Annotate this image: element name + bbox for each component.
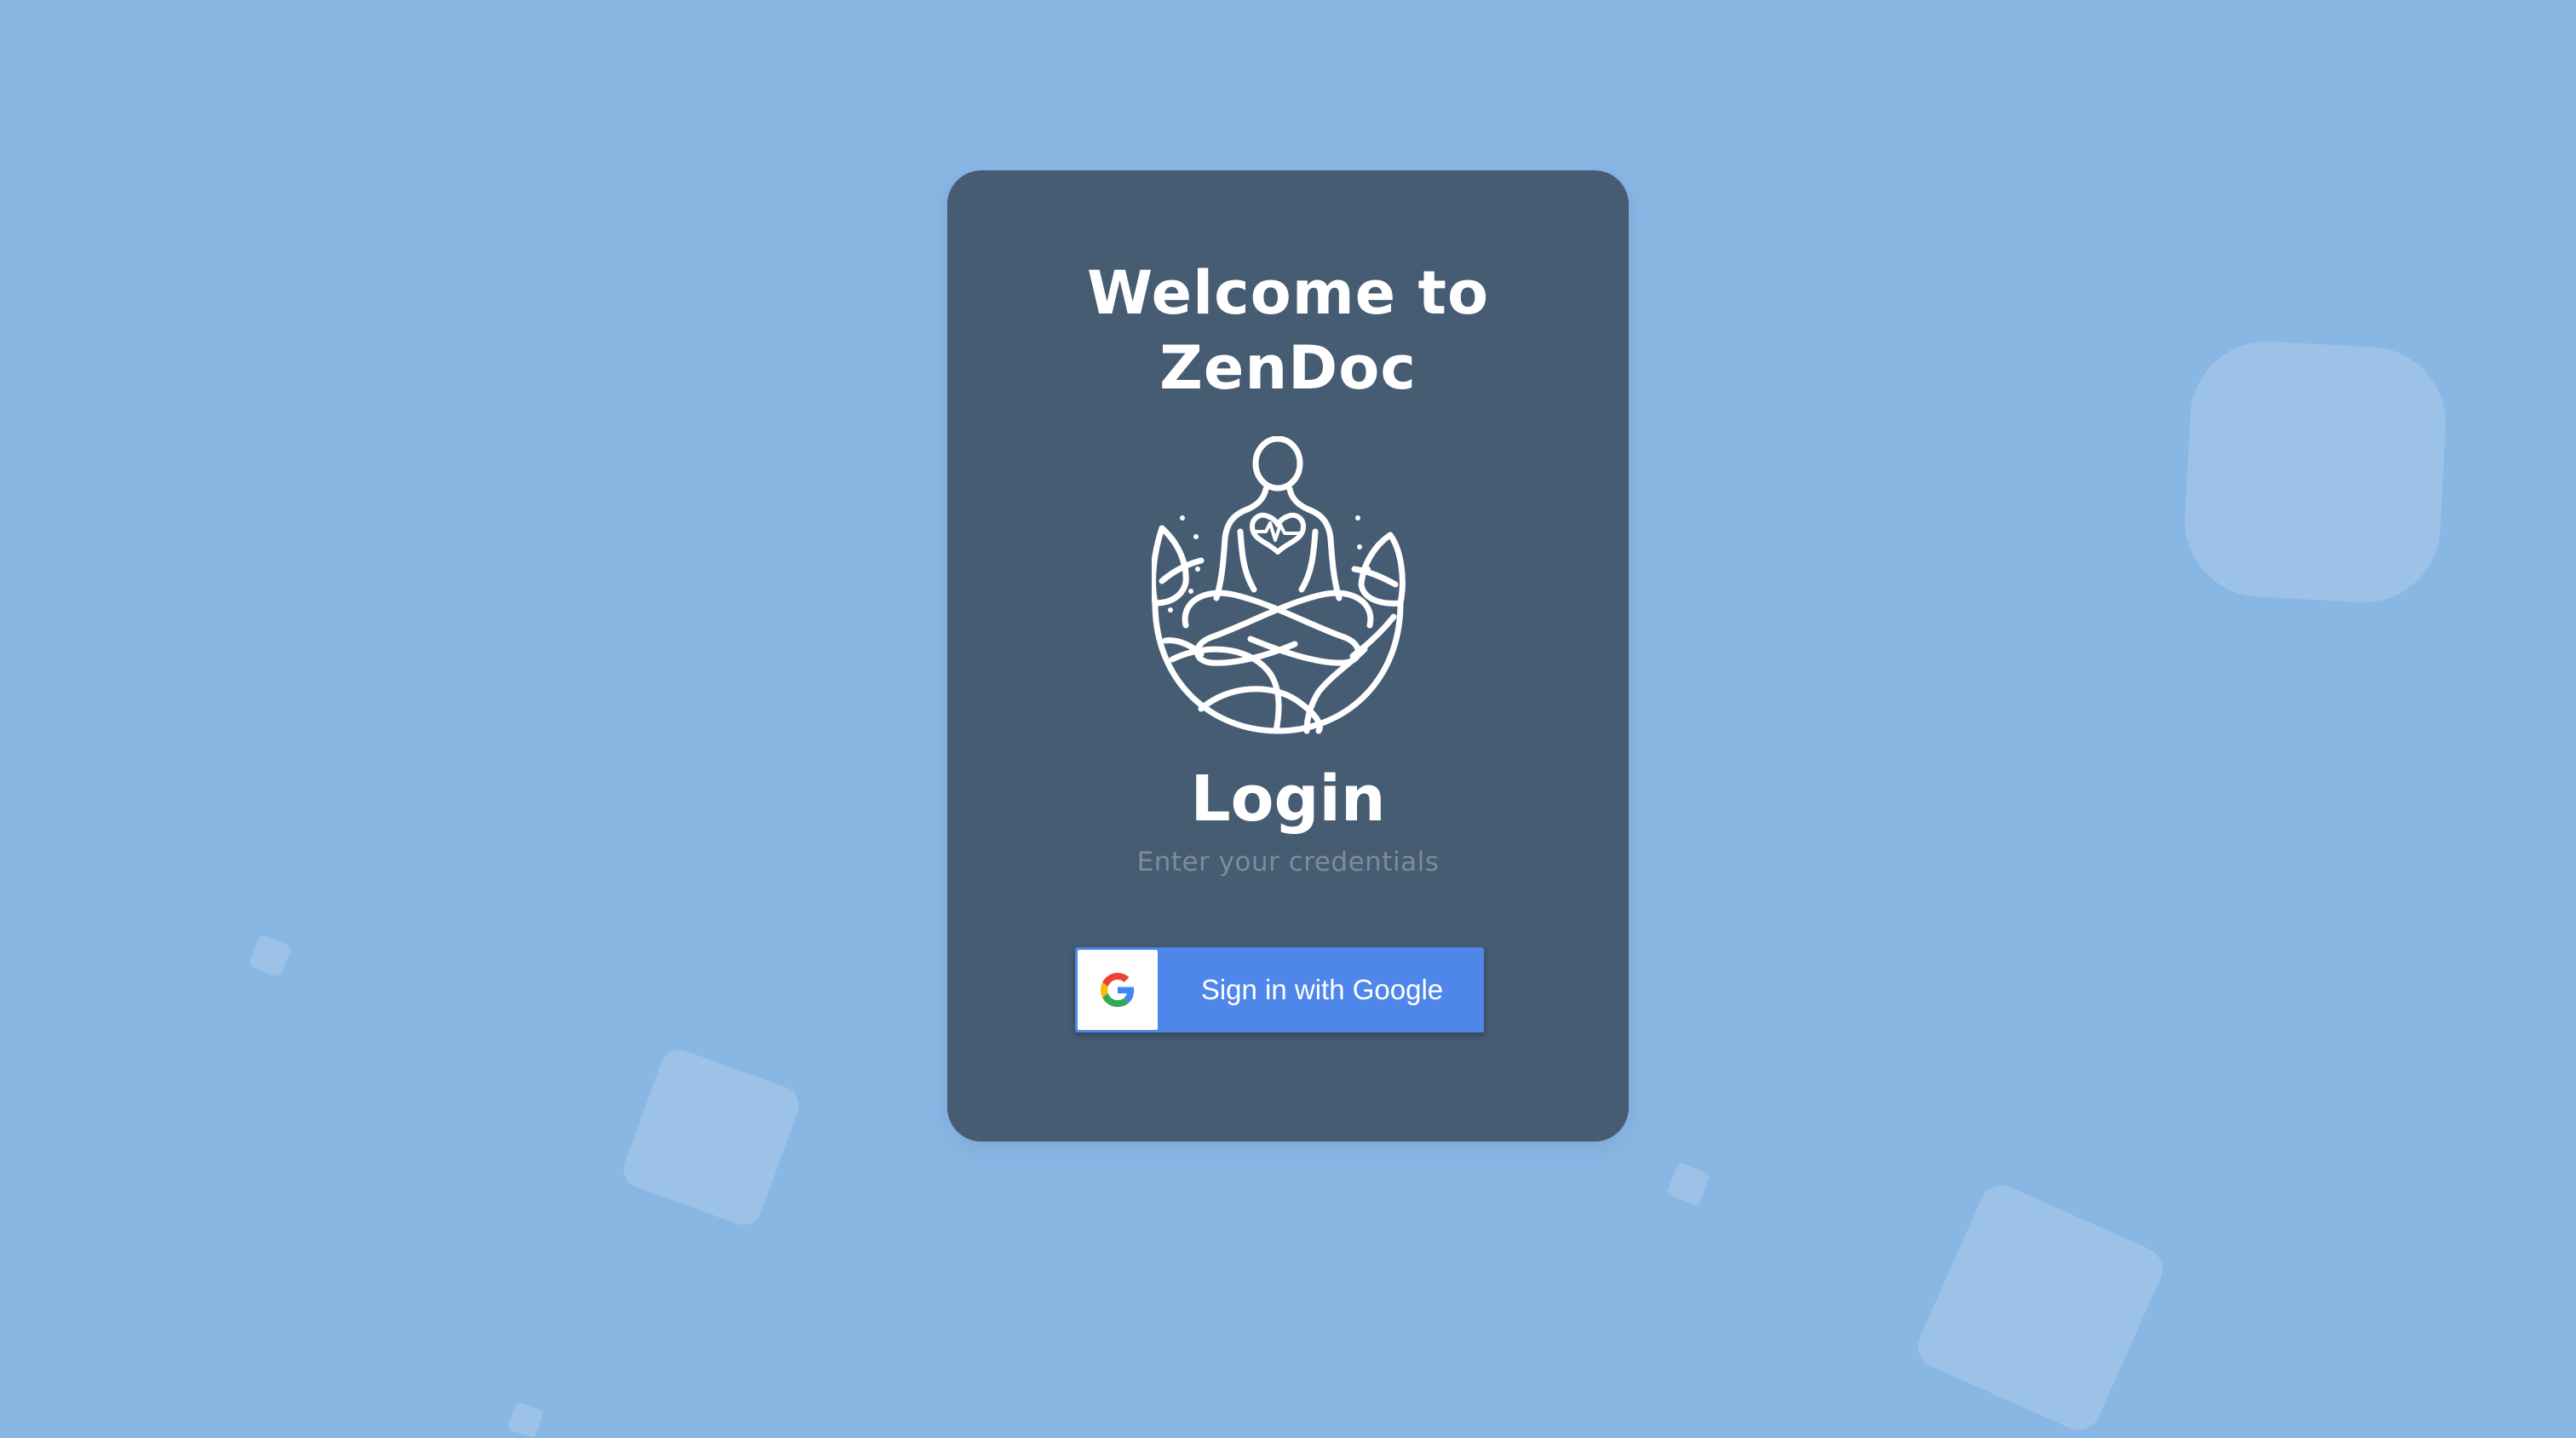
login-title: Login [1190, 762, 1386, 836]
google-button-label: Sign in with Google [1200, 974, 1444, 1005]
login-card: Welcome to ZenDoc Login Enter your crede… [947, 170, 1629, 1142]
app-name: ZenDoc [1159, 333, 1417, 403]
welcome-line-1: Welcome to [1086, 258, 1490, 328]
decorative-square [1911, 1178, 2170, 1437]
decorative-square [618, 1044, 804, 1230]
decorative-square [507, 1401, 544, 1438]
meditation-heart-icon [1150, 435, 1424, 734]
decorative-square [1665, 1161, 1711, 1207]
decorative-square [2181, 337, 2450, 607]
decorative-square [247, 933, 293, 979]
sign-in-with-google-button[interactable]: Sign in with Google [1075, 947, 1484, 1032]
welcome-heading: Welcome to ZenDoc [947, 256, 1629, 406]
login-subtitle: Enter your credentials [1136, 847, 1440, 877]
google-g-icon [1078, 950, 1158, 1030]
